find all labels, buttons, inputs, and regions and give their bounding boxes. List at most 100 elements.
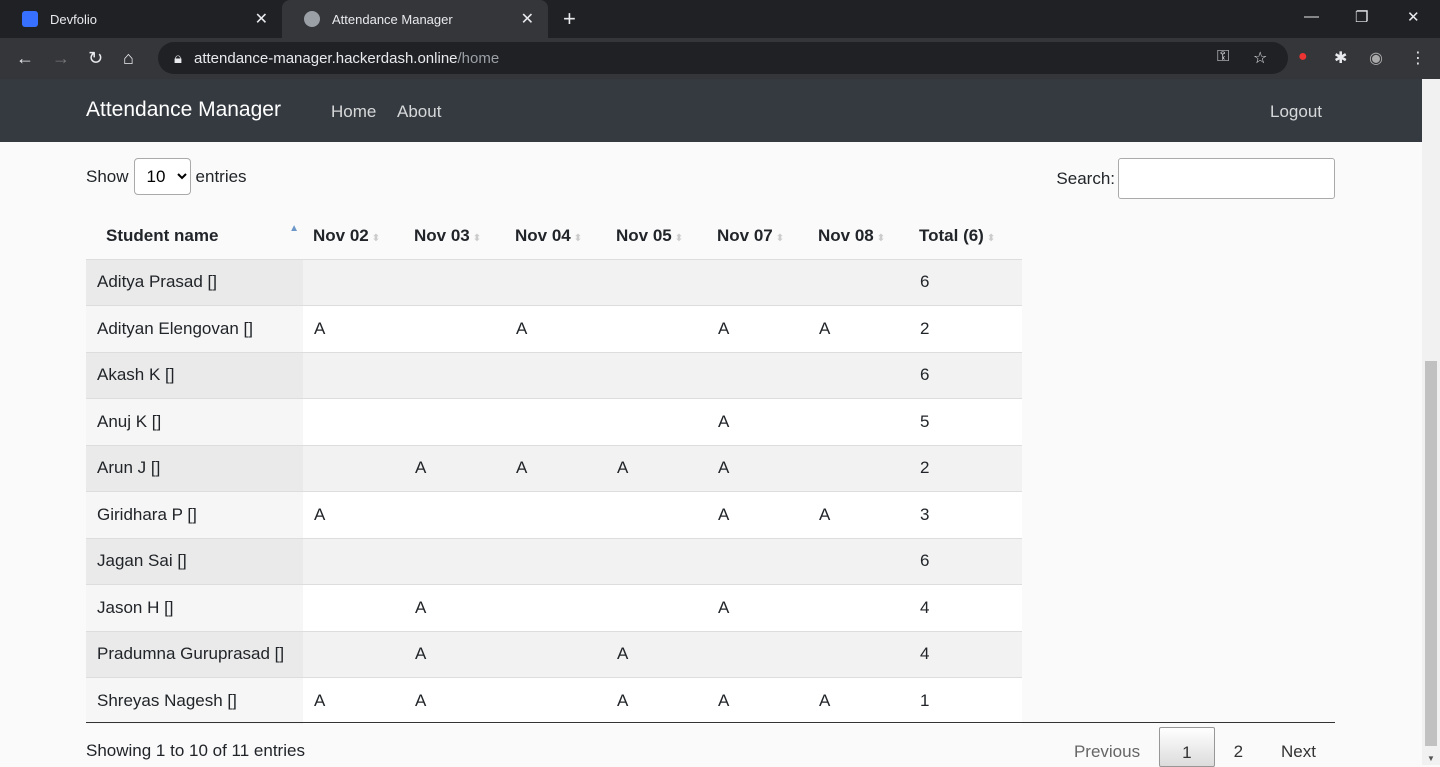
header-label: Nov 03 [414,226,470,246]
column-header[interactable]: Nov 05 ⬍ [606,214,707,259]
entries-select[interactable]: 10 [133,158,191,195]
total-cell: 6 [909,258,1022,306]
avatar[interactable]: ◉ [1369,48,1383,68]
total-cell: 2 [909,305,1022,352]
sort-icon: ⬍ [986,233,996,245]
entries-length: Show 10 entries [86,158,247,195]
student-name: Arun J [] [86,444,303,492]
key-icon[interactable]: ⚿ [1217,48,1229,66]
scroll-down-icon[interactable]: ▼ [1427,754,1435,763]
pagination: Previous 1 2 Next [1055,727,1335,767]
column-header[interactable]: Nov 04 ⬍ [505,214,606,259]
devfolio-logo-icon [22,11,38,27]
attendance-cell: A [707,398,808,445]
student-name: Akash K [] [86,351,303,399]
sort-icon: ⬍ [775,233,785,245]
lock-icon: 🔒︎ [174,49,182,67]
table-row: Pradumna Guruprasad [] A A 4 [86,630,1022,678]
search-input[interactable] [1118,158,1335,199]
nav-home[interactable]: Home [331,102,376,122]
attendance-cell [505,630,606,678]
scrollbar-thumb[interactable] [1425,361,1437,746]
reload-icon[interactable]: ↻ [88,48,103,69]
close-icon[interactable]: ✕ [255,9,268,29]
close-window-button[interactable]: ✕ [1407,8,1420,26]
attendance-cell [505,584,606,631]
tab-attendance-manager[interactable]: Attendance Manager ✕ [282,0,548,38]
puzzle-icon[interactable]: ✱ [1334,48,1347,68]
attendance-cell [303,351,404,399]
brand[interactable]: Attendance Manager [86,98,281,122]
previous-button[interactable]: Previous [1055,727,1159,767]
sort-icon: ⬍ [674,233,684,245]
attendance-cell [606,258,707,306]
table-row: Shreyas Nagesh [] A A A A A 1 [86,677,1022,724]
page-1-button[interactable]: 1 [1159,727,1215,767]
tab-devfolio[interactable]: Devfolio ✕ [0,0,282,38]
attendance-cell: A [707,444,808,492]
menu-icon[interactable]: ⋮ [1410,48,1426,68]
nav-about[interactable]: About [397,102,441,122]
attendance-cell [606,398,707,445]
address-bar: ← → ↻ ⌂ 🔒︎ attendance-manager.hackerdash.… [0,38,1440,79]
attendance-cell [505,537,606,585]
total-cell: 4 [909,630,1022,678]
table-row: Giridhara P [] A A A 3 [86,491,1022,538]
page-2-button[interactable]: 2 [1215,727,1262,767]
header-label: Total (6) [919,226,984,246]
attendance-cell [404,305,505,352]
restore-button[interactable]: ❐ [1355,8,1368,26]
tab-title: Devfolio [50,11,97,27]
table-row: Jason H [] A A 4 [86,584,1022,631]
total-cell: 6 [909,537,1022,585]
column-header[interactable]: Nov 02 ⬍ [303,214,404,259]
table-row: Jagan Sai [] 6 [86,537,1022,585]
attendance-cell [808,258,909,306]
minimize-button[interactable]: — [1304,8,1319,25]
attendance-cell [606,537,707,585]
home-icon[interactable]: ⌂ [123,48,134,69]
attendance-cell: A [404,584,505,631]
attendance-cell: A [606,677,707,724]
next-button[interactable]: Next [1262,727,1335,767]
column-header[interactable]: Student name ▲ [86,214,303,259]
url-host: attendance-manager.hackerdash.online [193,49,458,67]
attendance-cell: A [808,305,909,352]
extension-block-icon[interactable]: ● [1298,48,1308,66]
attendance-cell: A [505,305,606,352]
attendance-cell [505,491,606,538]
url-input[interactable]: 🔒︎ attendance-manager.hackerdash.online/h… [158,42,1288,74]
column-header[interactable]: Nov 07 ⬍ [707,214,808,259]
new-tab-button[interactable]: + [563,6,576,32]
table-row: Aditya Prasad [] 6 [86,258,1022,306]
header-label: Student name [106,226,219,246]
forward-icon[interactable]: → [52,48,70,69]
attendance-cell [808,537,909,585]
header-label: Nov 04 [515,226,571,246]
table-row: Arun J [] A A A A 2 [86,444,1022,492]
attendance-table: Student name ▲ Nov 02 ⬍ Nov 03 ⬍ Nov 04 ⬍ Nov 05… [86,214,1022,724]
attendance-cell [404,398,505,445]
column-header[interactable]: Nov 03 ⬍ [404,214,505,259]
search-filter: Search: [1056,158,1335,199]
sort-asc-icon: ▲ [289,223,299,234]
attendance-cell [808,584,909,631]
column-header[interactable]: Nov 08 ⬍ [808,214,909,259]
student-name: Giridhara P [] [86,491,303,538]
close-icon[interactable]: ✕ [521,9,534,29]
attendance-cell [303,444,404,492]
attendance-cell [505,351,606,399]
student-name: Jagan Sai [] [86,537,303,585]
attendance-cell [808,444,909,492]
scrollbar[interactable]: ▼ [1422,79,1440,765]
attendance-cell [606,584,707,631]
attendance-cell [303,584,404,631]
logout-link[interactable]: Logout [1270,102,1322,122]
entries-label: entries [195,166,247,186]
column-header[interactable]: Total (6) ⬍ [909,214,1022,259]
attendance-cell [404,491,505,538]
star-icon[interactable]: ☆ [1253,48,1267,68]
attendance-cell: A [505,444,606,492]
back-icon[interactable]: ← [16,48,34,69]
table-info: Showing 1 to 10 of 11 entries [86,741,305,760]
